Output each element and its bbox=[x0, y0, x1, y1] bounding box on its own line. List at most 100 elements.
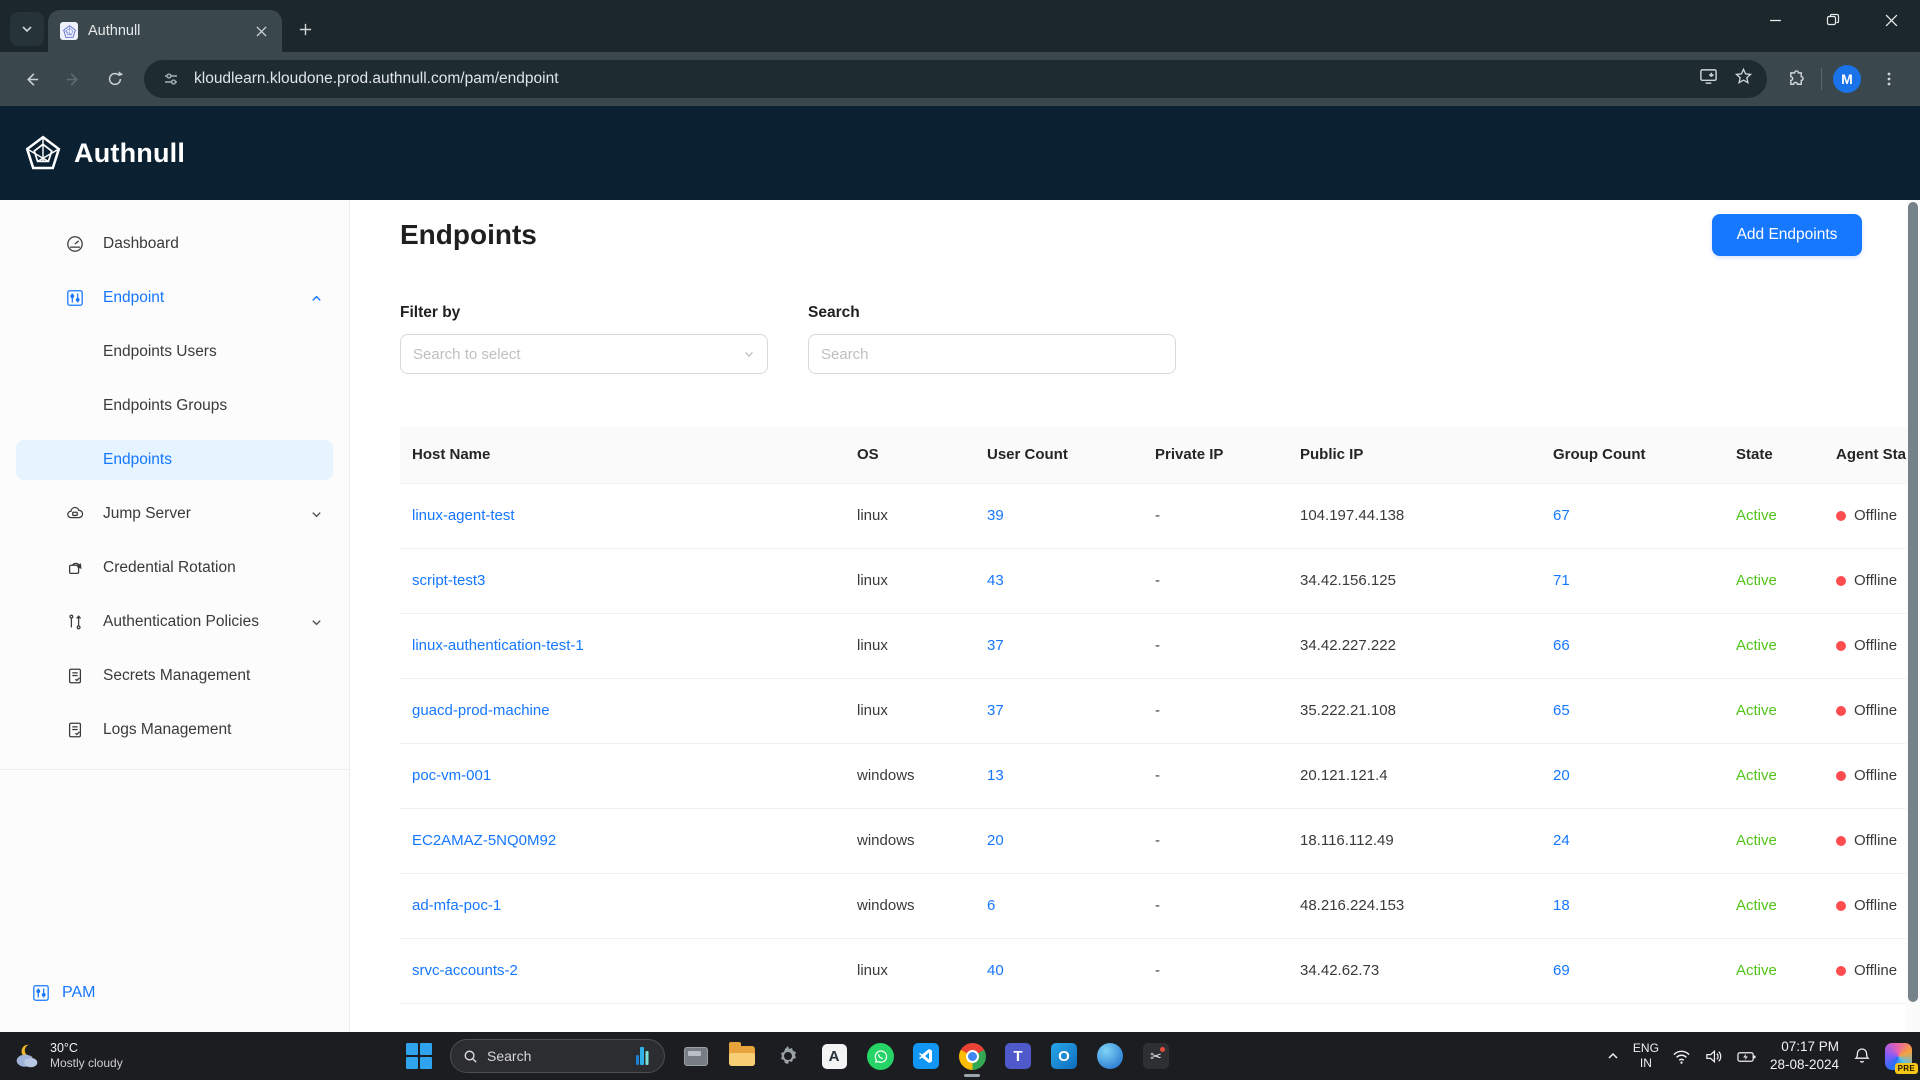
new-tab-button[interactable] bbox=[290, 14, 320, 44]
offline-dot-icon bbox=[1836, 575, 1846, 586]
sidebar-item-logs-management[interactable]: Logs Management bbox=[16, 710, 333, 750]
url-bar[interactable]: kloudlearn.kloudone.prod.authnull.com/pa… bbox=[144, 60, 1767, 98]
offline-dot-icon bbox=[1836, 900, 1846, 911]
weather-temperature: 30°C bbox=[50, 1040, 78, 1055]
tab-close-icon[interactable] bbox=[250, 20, 272, 42]
user-count-link[interactable]: 37 bbox=[975, 678, 1143, 744]
chevron-up-icon bbox=[312, 295, 321, 301]
site-info-icon[interactable] bbox=[158, 66, 184, 92]
group-count-link[interactable]: 66 bbox=[1541, 613, 1724, 679]
extensions-icon[interactable] bbox=[1778, 61, 1814, 97]
table-cell: 34.42.62.73 bbox=[1288, 938, 1541, 1004]
table-row: ad-mfa-poc-1 windows 6-48.216.224.153 18 Act… bbox=[400, 873, 1906, 939]
taskbar-search[interactable]: Search bbox=[450, 1039, 665, 1073]
snipping-tool-icon[interactable]: ✂ bbox=[1141, 1041, 1171, 1071]
app-a-icon[interactable]: A bbox=[819, 1041, 849, 1071]
settings-icon[interactable] bbox=[773, 1041, 803, 1071]
profile-avatar[interactable]: M bbox=[1829, 61, 1865, 97]
app-blue-icon[interactable] bbox=[1095, 1041, 1125, 1071]
tab-search-button[interactable] bbox=[10, 12, 44, 46]
tray-chevron-up-icon[interactable] bbox=[1606, 1049, 1620, 1063]
table-cell: linux bbox=[845, 678, 975, 744]
column-header: User Count bbox=[975, 427, 1143, 484]
group-count-link[interactable]: 65 bbox=[1541, 678, 1724, 744]
host-name-link[interactable]: poc-vm-001 bbox=[400, 743, 845, 809]
sidebar-item-credential-rotation[interactable]: Credential Rotation bbox=[16, 548, 333, 588]
copilot-icon[interactable]: PRE bbox=[1885, 1042, 1918, 1074]
clock[interactable]: 07:17 PM 28-08-2024 bbox=[1770, 1038, 1839, 1073]
host-name-link[interactable]: linux-agent-test bbox=[400, 483, 845, 549]
sidebar-item-authentication-policies[interactable]: Authentication Policies bbox=[16, 602, 333, 642]
group-count-link[interactable]: 20 bbox=[1541, 743, 1724, 809]
forward-button[interactable] bbox=[55, 61, 91, 97]
filter-by-label: Filter by bbox=[400, 304, 461, 321]
group-count-link[interactable]: 69 bbox=[1541, 938, 1724, 1004]
table-cell: 34.42.156.125 bbox=[1288, 548, 1541, 614]
user-count-link[interactable]: 13 bbox=[975, 743, 1143, 809]
host-name-link[interactable]: srvc-accounts-2 bbox=[400, 938, 845, 1004]
agent-status-cell: Offline bbox=[1824, 743, 1906, 809]
user-count-link[interactable]: 37 bbox=[975, 613, 1143, 679]
state-value: Active bbox=[1724, 678, 1824, 744]
outlook-icon[interactable]: O bbox=[1049, 1041, 1079, 1071]
table-cell: - bbox=[1143, 873, 1288, 939]
host-name-link[interactable]: linux-authentication-test-1 bbox=[400, 613, 845, 679]
sidebar-item-endpoints[interactable]: Endpoints bbox=[16, 440, 333, 480]
language-indicator[interactable]: ENG IN bbox=[1633, 1041, 1659, 1071]
sidebar-item-endpoint[interactable]: Endpoint bbox=[16, 278, 333, 318]
authnull-logo-icon bbox=[25, 135, 61, 170]
chrome-icon[interactable] bbox=[957, 1041, 987, 1077]
url-text[interactable]: kloudlearn.kloudone.prod.authnull.com/pa… bbox=[194, 70, 1689, 88]
volume-icon[interactable] bbox=[1704, 1047, 1723, 1066]
offline-dot-icon bbox=[1836, 640, 1846, 651]
notifications-bell-icon[interactable] bbox=[1852, 1046, 1872, 1066]
sidebar-item-dashboard[interactable]: Dashboard bbox=[16, 224, 333, 264]
install-icon[interactable] bbox=[1699, 67, 1718, 91]
table-cell: - bbox=[1143, 743, 1288, 809]
filter-select[interactable]: Search to select bbox=[400, 334, 768, 374]
file-explorer-icon[interactable] bbox=[727, 1041, 757, 1071]
user-count-link[interactable]: 43 bbox=[975, 548, 1143, 614]
screen: Authnull kloudlearn.kloudone.prod.authnu… bbox=[0, 0, 1920, 1080]
sidebar-item-secrets-management[interactable]: Secrets Management bbox=[16, 656, 333, 696]
reload-button[interactable] bbox=[97, 61, 133, 97]
battery-icon[interactable] bbox=[1736, 1047, 1757, 1066]
whatsapp-icon[interactable] bbox=[865, 1041, 895, 1071]
back-button[interactable] bbox=[13, 61, 49, 97]
sidebar-item-endpoints-groups[interactable]: Endpoints Groups bbox=[16, 386, 333, 426]
search-input[interactable] bbox=[808, 334, 1176, 374]
sidebar-item-jump-server[interactable]: Jump Server bbox=[16, 494, 333, 534]
host-name-link[interactable]: EC2AMAZ-5NQ0M92 bbox=[400, 808, 845, 874]
search-highlight-graphic bbox=[636, 1047, 649, 1065]
browser-menu-icon[interactable] bbox=[1871, 61, 1907, 97]
add-endpoints-button[interactable]: Add Endpoints bbox=[1712, 214, 1862, 256]
sidebar-footer-pam[interactable]: PAM bbox=[32, 984, 95, 1002]
minimize-button[interactable] bbox=[1746, 0, 1804, 40]
group-count-link[interactable]: 18 bbox=[1541, 873, 1724, 939]
restore-button[interactable] bbox=[1804, 0, 1862, 40]
bookmark-star-icon[interactable] bbox=[1734, 67, 1753, 91]
host-name-link[interactable]: script-test3 bbox=[400, 548, 845, 614]
teams-icon[interactable]: T bbox=[1003, 1041, 1033, 1071]
user-count-link[interactable]: 20 bbox=[975, 808, 1143, 874]
browser-tab[interactable]: Authnull bbox=[48, 10, 282, 52]
user-count-link[interactable]: 6 bbox=[975, 873, 1143, 939]
group-count-link[interactable]: 24 bbox=[1541, 808, 1724, 874]
host-name-link[interactable]: guacd-prod-machine bbox=[400, 678, 845, 744]
window-app-icon[interactable] bbox=[681, 1041, 711, 1071]
table-cell: linux bbox=[845, 483, 975, 549]
start-button[interactable] bbox=[404, 1041, 434, 1071]
page-scrollbar[interactable] bbox=[1906, 200, 1920, 1032]
host-name-link[interactable]: ad-mfa-poc-1 bbox=[400, 873, 845, 939]
user-count-link[interactable]: 39 bbox=[975, 483, 1143, 549]
group-count-link[interactable]: 71 bbox=[1541, 548, 1724, 614]
column-header: Private IP bbox=[1143, 427, 1288, 484]
vscode-icon[interactable] bbox=[911, 1041, 941, 1071]
user-count-link[interactable]: 40 bbox=[975, 938, 1143, 1004]
scrollbar-thumb[interactable] bbox=[1908, 202, 1918, 1002]
group-count-link[interactable]: 67 bbox=[1541, 483, 1724, 549]
sidebar-item-endpoints-users[interactable]: Endpoints Users bbox=[16, 332, 333, 372]
wifi-icon[interactable] bbox=[1672, 1047, 1691, 1066]
close-window-button[interactable] bbox=[1862, 0, 1920, 40]
taskbar-weather[interactable]: 30°C Mostly cloudy bbox=[12, 1032, 123, 1080]
